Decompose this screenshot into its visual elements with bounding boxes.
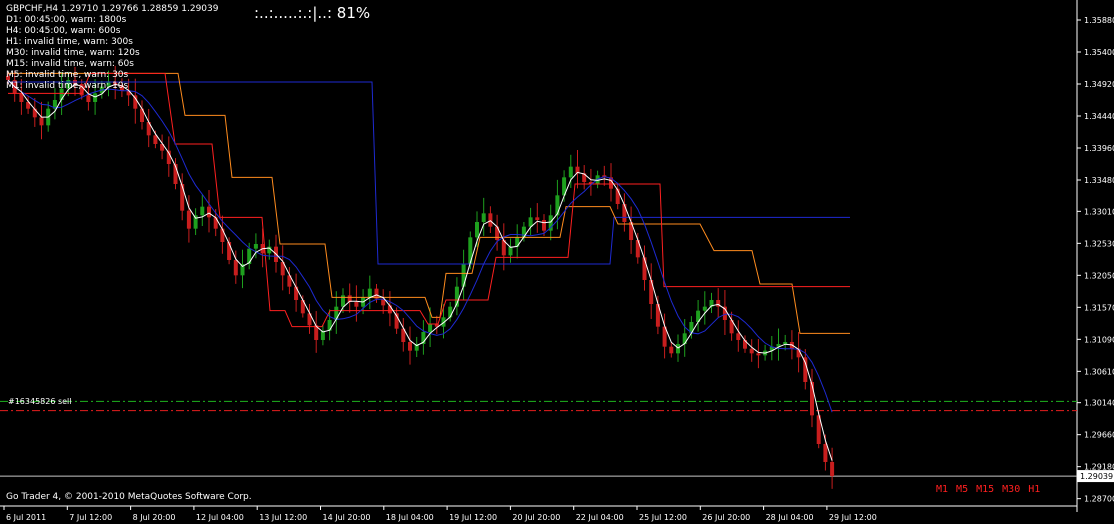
candle-body (220, 228, 225, 242)
price-tick-label: 1.32530 (1084, 239, 1114, 248)
candle-body (367, 288, 372, 298)
price-axis: 1.35880 1.35400 1.34920 1.34440 1.33960 1.334… (1077, 16, 1114, 504)
time-tick-label: 7 Jul 12:00 (69, 513, 112, 522)
candle-body (468, 237, 473, 264)
candle-body (830, 462, 835, 476)
candle-body (86, 95, 91, 102)
candle-body (676, 344, 680, 354)
timer-m1: M1: invalid time, warn: 10s (6, 81, 129, 91)
candle-body (207, 206, 211, 218)
candle-body (542, 220, 546, 231)
symbol-ohlc: GBPCHF,H4 1.29710 1.29766 1.28859 1.2903… (6, 4, 219, 14)
chart-info-panel: GBPCHF,H4 1.29710 1.29766 1.28859 1.2903… (6, 4, 218, 92)
candle-body (803, 357, 808, 382)
indicator-blue-ma (7, 79, 833, 413)
candle-body (327, 320, 332, 331)
timeframe-buttons: M1 M5 M15 M30 H1 (936, 484, 1040, 495)
time-tick-label: 29 Jul 12:00 (829, 513, 877, 522)
price-tick-label: 1.33480 (1084, 176, 1114, 185)
copyright-footer: Go Trader 4, © 2001-2010 MetaQuotes Soft… (6, 492, 252, 502)
price-tick-label: 1.35400 (1084, 48, 1114, 57)
timer-m15: M15: invalid time, warn: 60s (6, 59, 134, 69)
candle-body (535, 217, 540, 220)
price-tick-label: 1.28700 (1084, 495, 1114, 504)
time-tick-label: 25 Jul 12:00 (639, 513, 687, 522)
candle-body (247, 248, 252, 264)
candle-body (702, 306, 707, 311)
order-label: #16345826 sell (8, 397, 72, 406)
time-tick-label: 22 Jul 04:00 (576, 513, 624, 522)
time-tick-label: 12 Jul 04:00 (196, 513, 244, 522)
price-tick-label: 1.29660 (1084, 431, 1114, 440)
candle-body (481, 213, 486, 222)
candle-body (682, 333, 687, 344)
candle-body (334, 306, 339, 320)
tf-button-m30[interactable]: M30 (1002, 484, 1020, 495)
tf-button-h1[interactable]: H1 (1028, 484, 1040, 495)
candle-body (213, 217, 218, 229)
indicator-blue-1 (8, 81, 850, 265)
timer-m5: M5: invalid time, warn: 30s (6, 70, 129, 80)
tf-button-m5[interactable]: M5 (956, 484, 968, 495)
candle-body (354, 302, 359, 307)
candle-body (461, 264, 466, 287)
time-tick-label: 13 Jul 12:00 (259, 513, 307, 522)
price-tick-label: 1.32050 (1084, 271, 1114, 280)
price-tick-label: 1.31090 (1084, 335, 1114, 344)
timer-h4: H4: 00:45:00, warn: 600s (6, 26, 121, 36)
price-tick-label: 1.35880 (1084, 16, 1114, 25)
time-tick-label: 14 Jul 20:00 (323, 513, 371, 522)
candle-body (39, 117, 44, 126)
price-tick-label: 1.30610 (1084, 367, 1114, 376)
candle-body (233, 260, 238, 276)
time-tick-label: 6 Jul 2011 (6, 513, 46, 522)
price-tick-label: 1.33960 (1084, 144, 1114, 153)
indicator-orange-upper (8, 72, 850, 334)
price-tick-label: 1.30140 (1084, 399, 1114, 408)
candle-body (93, 93, 98, 102)
timer-m30: M30: invalid time, warn: 120s (6, 48, 140, 58)
candle-body (488, 213, 493, 227)
price-tick-label: 1.34440 (1084, 112, 1114, 121)
tf-button-m15[interactable]: M15 (976, 484, 994, 495)
time-tick-label: 8 Jul 20:00 (133, 513, 176, 522)
candle-body (568, 166, 573, 178)
timer-d1: D1: 00:45:00, warn: 1800s (6, 15, 127, 25)
horizontal-levels (0, 400, 1077, 477)
time-tick-label: 18 Jul 04:00 (386, 513, 434, 522)
indicator-lines (7, 72, 850, 461)
candle-body (823, 444, 828, 462)
candle-body (622, 204, 627, 222)
price-tick-label: 1.31570 (1084, 303, 1114, 312)
candle-body (508, 246, 513, 256)
candle-body (448, 306, 453, 318)
candle-body (555, 195, 560, 216)
candle-body (180, 184, 185, 211)
current-price-label: 1.29039 (1080, 472, 1113, 481)
time-tick-label: 28 Jul 04:00 (766, 513, 814, 522)
time-tick-label: 26 Jul 20:00 (702, 513, 750, 522)
candle-body (749, 348, 754, 354)
candle-body (428, 324, 433, 332)
indicator-white-ma (7, 79, 833, 461)
indicator-red-upper (8, 72, 850, 328)
time-axis: 6 Jul 2011 7 Jul 12:00 8 Jul 20:00 12 Jul 0… (3, 506, 877, 522)
price-tick-label: 1.34920 (1084, 80, 1114, 89)
time-tick-label: 20 Jul 20:00 (512, 513, 560, 522)
candles (6, 65, 835, 489)
timer-h1: H1: invalid time, warn: 300s (6, 37, 133, 47)
candle-body (475, 222, 479, 238)
candle-body (736, 333, 741, 340)
candle-body (186, 210, 191, 229)
progress-indicator: :..:.....:.:|..: 81% (254, 4, 371, 22)
candle-body (756, 353, 761, 356)
tf-button-m1[interactable]: M1 (936, 484, 948, 495)
candle-body (669, 346, 674, 354)
candle-body (253, 244, 258, 249)
candle-body (200, 206, 205, 216)
time-tick-label: 19 Jul 12:00 (449, 513, 497, 522)
candle-body (294, 286, 299, 300)
price-tick-label: 1.33010 (1084, 207, 1114, 216)
candle-body (408, 342, 412, 351)
